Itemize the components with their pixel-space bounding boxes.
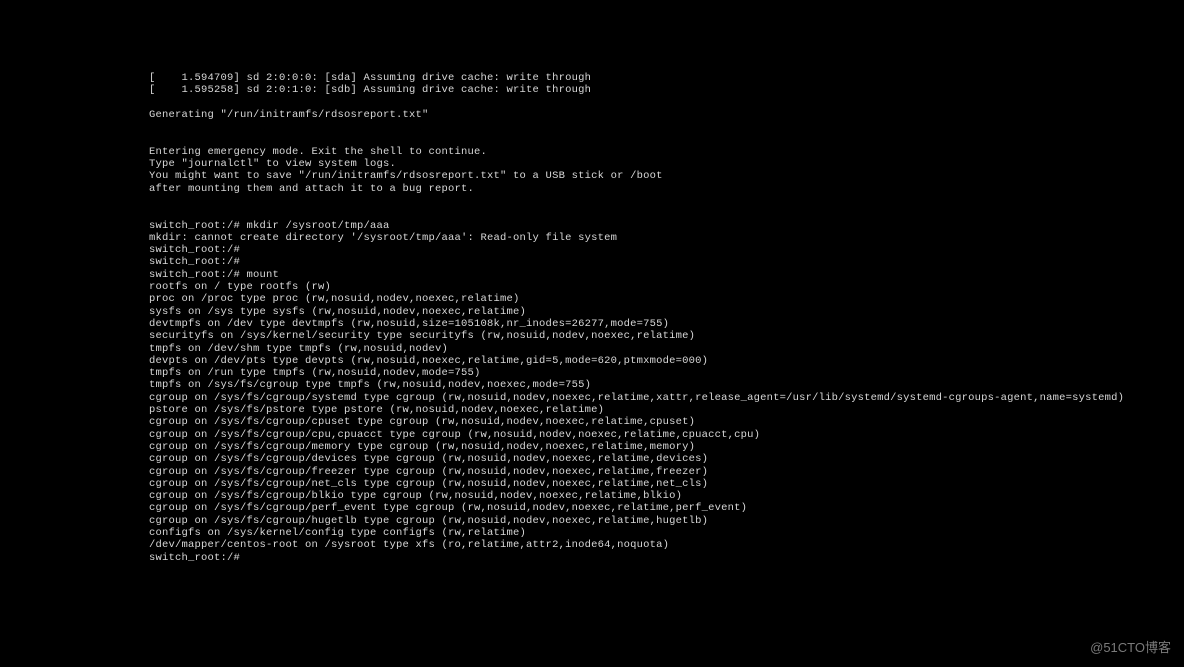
- terminal-line: [149, 133, 1143, 145]
- terminal-line: tmpfs on /sys/fs/cgroup type tmpfs (rw,n…: [149, 379, 1143, 391]
- terminal-screen: [ 1.594709] sd 2:0:0:0: [sda] Assuming d…: [0, 0, 1184, 667]
- terminal-line: tmpfs on /dev/shm type tmpfs (rw,nosuid,…: [149, 343, 1143, 355]
- terminal-line: rootfs on / type rootfs (rw): [149, 281, 1143, 293]
- terminal-line: cgroup on /sys/fs/cgroup/cpuset type cgr…: [149, 416, 1143, 428]
- terminal-line: [149, 121, 1143, 133]
- terminal-line: cgroup on /sys/fs/cgroup/cpu,cpuacct typ…: [149, 429, 1143, 441]
- terminal-line: devpts on /dev/pts type devpts (rw,nosui…: [149, 355, 1143, 367]
- terminal-line: proc on /proc type proc (rw,nosuid,nodev…: [149, 293, 1143, 305]
- terminal-line: after mounting them and attach it to a b…: [149, 183, 1143, 195]
- terminal-line: Generating "/run/initramfs/rdsosreport.t…: [149, 109, 1143, 121]
- terminal-line: cgroup on /sys/fs/cgroup/net_cls type cg…: [149, 478, 1143, 490]
- terminal-line: switch_root:/#: [149, 552, 1143, 564]
- terminal-line: [149, 207, 1143, 219]
- terminal-line: cgroup on /sys/fs/cgroup/perf_event type…: [149, 502, 1143, 514]
- terminal-line: cgroup on /sys/fs/cgroup/devices type cg…: [149, 453, 1143, 465]
- terminal-line: switch_root:/# mount: [149, 269, 1143, 281]
- terminal-line: cgroup on /sys/fs/cgroup/blkio type cgro…: [149, 490, 1143, 502]
- terminal-line: Type "journalctl" to view system logs.: [149, 158, 1143, 170]
- terminal-line: [149, 195, 1143, 207]
- terminal-line: switch_root:/#: [149, 244, 1143, 256]
- terminal-line: cgroup on /sys/fs/cgroup/hugetlb type cg…: [149, 515, 1143, 527]
- terminal-line: cgroup on /sys/fs/cgroup/freezer type cg…: [149, 466, 1143, 478]
- terminal-line: mkdir: cannot create directory '/sysroot…: [149, 232, 1143, 244]
- terminal-line: cgroup on /sys/fs/cgroup/memory type cgr…: [149, 441, 1143, 453]
- terminal-line: You might want to save "/run/initramfs/r…: [149, 170, 1143, 182]
- terminal-line: devtmpfs on /dev type devtmpfs (rw,nosui…: [149, 318, 1143, 330]
- terminal-line: switch_root:/#: [149, 256, 1143, 268]
- terminal-line: securityfs on /sys/kernel/security type …: [149, 330, 1143, 342]
- terminal-line: sysfs on /sys type sysfs (rw,nosuid,node…: [149, 306, 1143, 318]
- terminal-output[interactable]: [ 1.594709] sd 2:0:0:0: [sda] Assuming d…: [149, 72, 1143, 564]
- terminal-line: [149, 97, 1143, 109]
- terminal-line: switch_root:/# mkdir /sysroot/tmp/aaa: [149, 220, 1143, 232]
- watermark: @51CTO博客: [1090, 637, 1171, 656]
- terminal-line: configfs on /sys/kernel/config type conf…: [149, 527, 1143, 539]
- terminal-line: [ 1.595258] sd 2:0:1:0: [sdb] Assuming d…: [149, 84, 1143, 96]
- terminal-line: pstore on /sys/fs/pstore type pstore (rw…: [149, 404, 1143, 416]
- terminal-line: cgroup on /sys/fs/cgroup/systemd type cg…: [149, 392, 1143, 404]
- terminal-line: [ 1.594709] sd 2:0:0:0: [sda] Assuming d…: [149, 72, 1143, 84]
- terminal-line: /dev/mapper/centos-root on /sysroot type…: [149, 539, 1143, 551]
- terminal-line: Entering emergency mode. Exit the shell …: [149, 146, 1143, 158]
- terminal-line: tmpfs on /run type tmpfs (rw,nosuid,node…: [149, 367, 1143, 379]
